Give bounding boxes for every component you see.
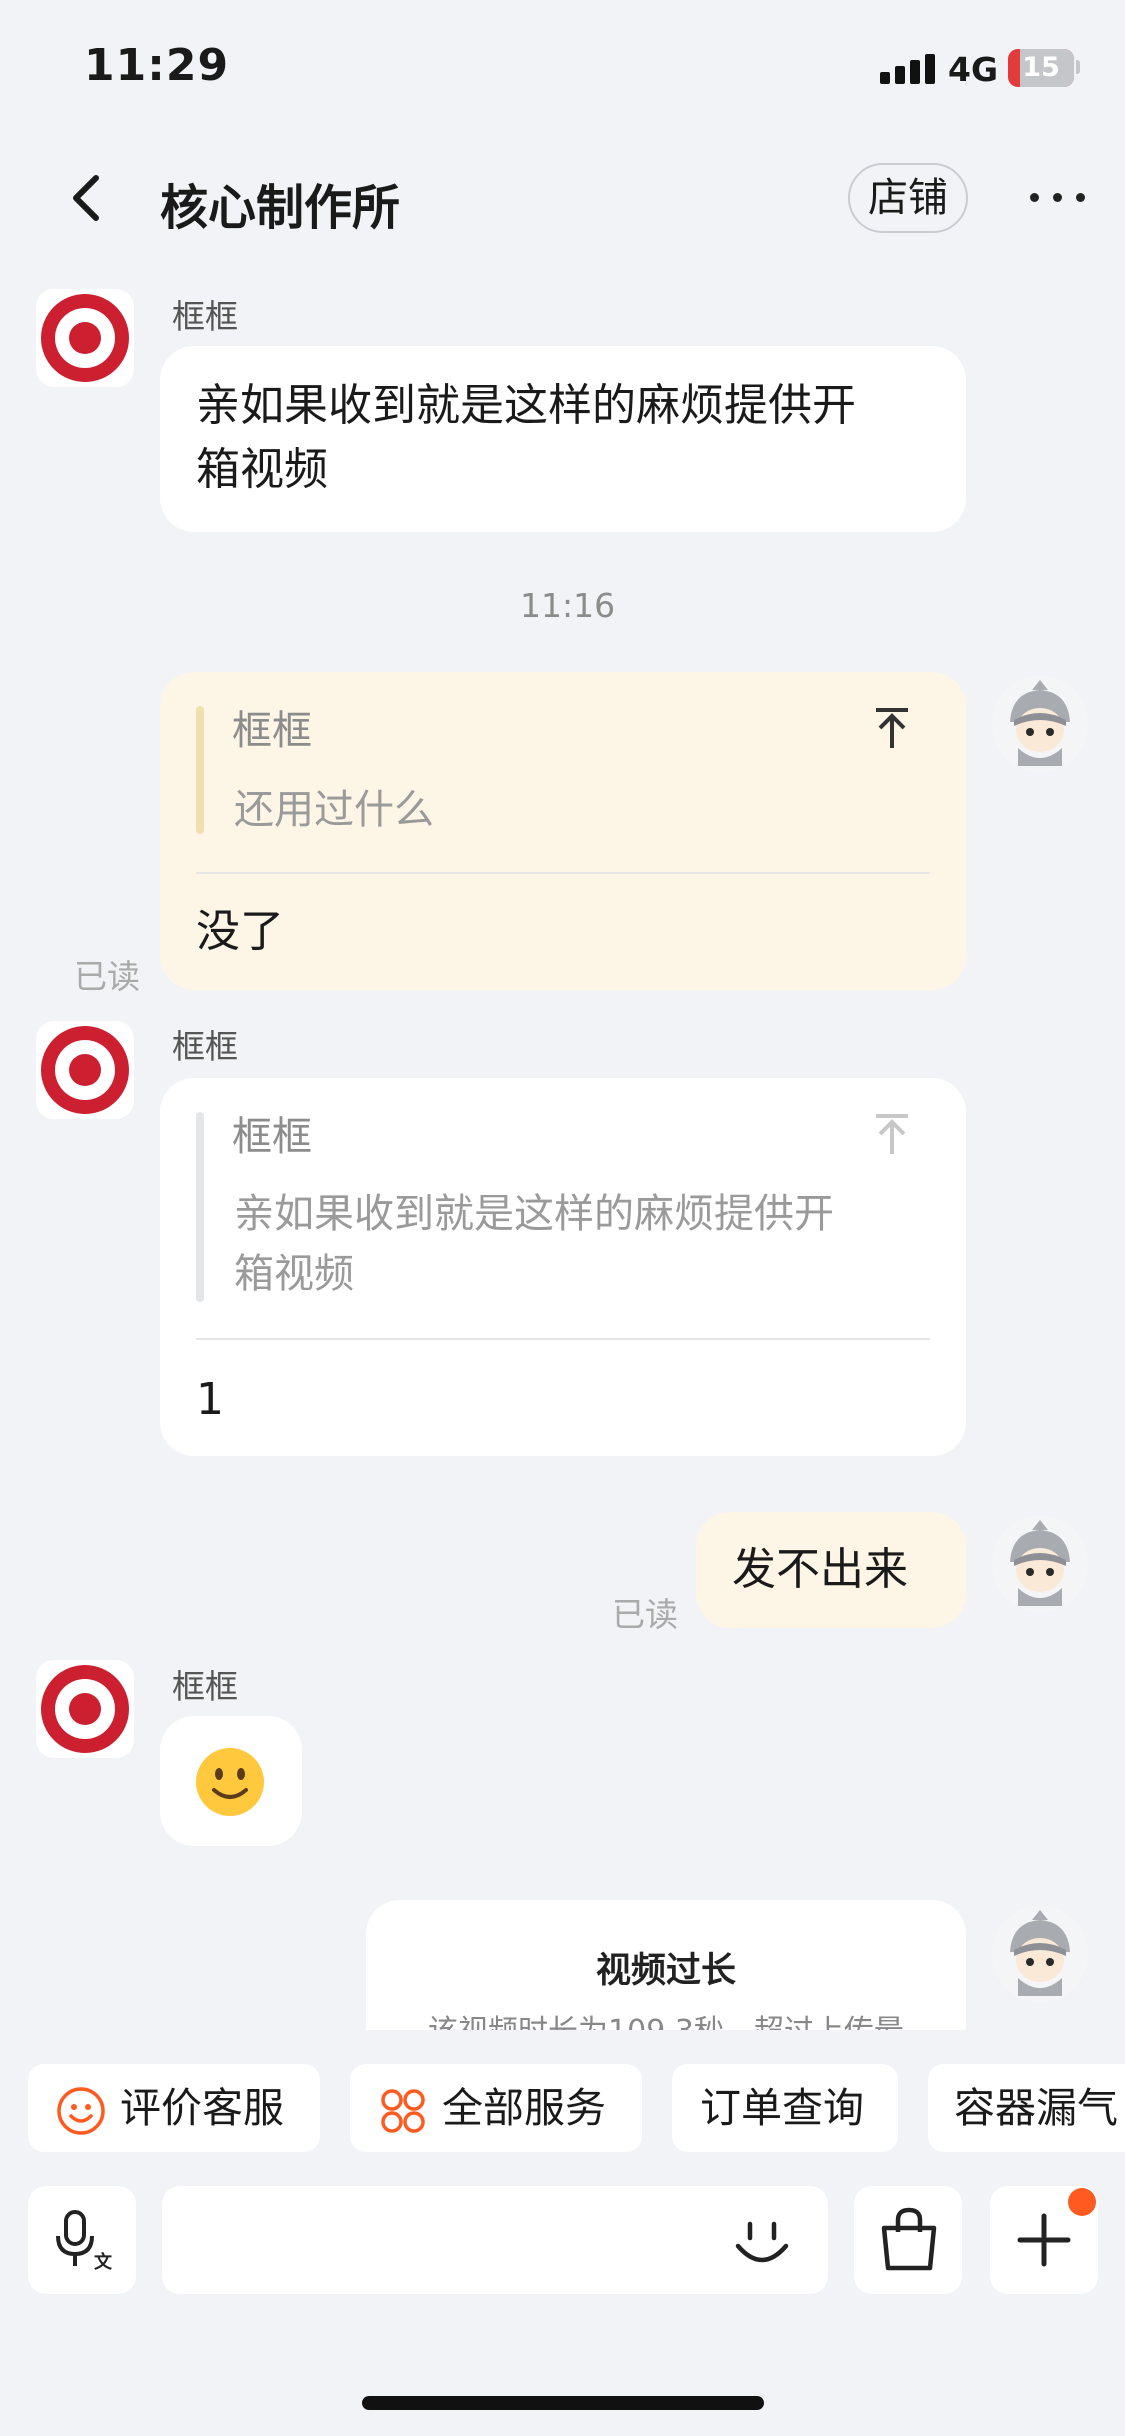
notification-dot bbox=[1068, 2188, 1096, 2216]
order-query-chip[interactable]: 订单查询 bbox=[672, 2064, 898, 2152]
quote-sender: 框框 bbox=[232, 708, 312, 754]
chip-label: 全部服务 bbox=[442, 2084, 606, 2132]
shop-avatar[interactable] bbox=[36, 1660, 134, 1758]
quote-bar bbox=[196, 1112, 204, 1302]
read-status: 已读 bbox=[74, 957, 140, 996]
voice-input-button[interactable]: 文 bbox=[28, 2186, 136, 2294]
all-services-chip[interactable]: 全部服务 bbox=[350, 2064, 642, 2152]
jump-to-top-icon[interactable] bbox=[872, 706, 912, 750]
message-text-line: 亲如果收到就是这样的麻烦提供开 bbox=[196, 380, 856, 431]
shop-avatar[interactable] bbox=[36, 1021, 134, 1119]
grid-circles-icon bbox=[381, 2089, 425, 2133]
rate-service-chip[interactable]: 评价客服 bbox=[28, 2064, 320, 2152]
shopping-bag-icon bbox=[881, 2207, 937, 2271]
shop-avatar[interactable] bbox=[36, 289, 134, 387]
more-options-button[interactable] bbox=[1030, 185, 1086, 209]
user-avatar[interactable] bbox=[992, 1516, 1088, 1612]
status-time: 11:29 bbox=[84, 40, 230, 91]
battery-level: 15 bbox=[1022, 52, 1060, 83]
jump-to-top-icon[interactable] bbox=[872, 1112, 912, 1156]
message-text: 没了 bbox=[196, 906, 284, 957]
quote-text-line: 箱视频 bbox=[234, 1251, 354, 1297]
timestamp: 11:16 bbox=[520, 586, 616, 625]
avatar-character-icon bbox=[1010, 1910, 1070, 1996]
quote-text-line: 亲如果收到就是这样的麻烦提供开 bbox=[234, 1191, 834, 1237]
target-logo-icon bbox=[41, 1026, 129, 1114]
quote-text: 还用过什么 bbox=[234, 787, 434, 833]
page-title: 核心制作所 bbox=[160, 180, 401, 236]
card-text: 该视频时长为109.3秒，超过上传最 bbox=[366, 2006, 966, 2030]
back-button[interactable] bbox=[62, 168, 112, 228]
divider bbox=[196, 1338, 930, 1340]
message-input[interactable] bbox=[162, 2186, 828, 2294]
chip-label: 评价客服 bbox=[120, 2084, 284, 2132]
svg-text:文: 文 bbox=[94, 2251, 112, 2273]
divider bbox=[196, 872, 930, 874]
target-logo-icon bbox=[41, 294, 129, 382]
plus-icon bbox=[1017, 2213, 1071, 2267]
read-status: 已读 bbox=[612, 1595, 678, 1634]
sender-name: 框框 bbox=[172, 297, 238, 336]
store-button[interactable]: 店铺 bbox=[848, 163, 968, 233]
microphone-translate-icon: 文 bbox=[56, 2210, 112, 2273]
chip-label: 容器漏气 bbox=[954, 2084, 1118, 2132]
message-bubble[interactable]: 框框 亲如果收到就是这样的麻烦提供开 箱视频 1 bbox=[160, 1078, 966, 1456]
battery-icon: 15 bbox=[1008, 49, 1074, 87]
quote-bar bbox=[196, 706, 204, 834]
user-avatar[interactable] bbox=[992, 1906, 1088, 2002]
sender-name: 框框 bbox=[172, 1667, 238, 1706]
chevron-left-icon bbox=[73, 175, 99, 221]
target-logo-icon bbox=[41, 1665, 129, 1753]
message-bubble[interactable]: 亲如果收到就是这样的麻烦提供开 箱视频 bbox=[160, 346, 966, 532]
card-title: 视频过长 bbox=[595, 1951, 736, 1991]
user-avatar[interactable] bbox=[992, 676, 1088, 772]
avatar-character-icon bbox=[1010, 1520, 1070, 1606]
message-bubble[interactable]: 发不出来 bbox=[696, 1512, 966, 1628]
message-bubble[interactable]: 框框 还用过什么 没了 bbox=[160, 672, 966, 990]
battery-tip bbox=[1076, 60, 1080, 74]
message-bubble[interactable] bbox=[160, 1716, 302, 1846]
products-button[interactable] bbox=[854, 2186, 962, 2294]
home-indicator[interactable] bbox=[362, 2396, 764, 2410]
message-text: 发不出来 bbox=[732, 1544, 908, 1595]
container-leak-chip[interactable]: 容器漏气 bbox=[928, 2064, 1125, 2152]
sender-name: 框框 bbox=[172, 1027, 238, 1066]
emoji-button-icon[interactable] bbox=[730, 2210, 794, 2274]
message-text: 1 bbox=[196, 1374, 224, 1425]
network-label: 4G bbox=[948, 50, 999, 89]
smile-icon bbox=[57, 2087, 105, 2135]
slight-smile-emoji-icon bbox=[196, 1748, 264, 1816]
message-text-line: 箱视频 bbox=[196, 444, 328, 495]
signal-icon bbox=[880, 54, 936, 84]
chip-label: 订单查询 bbox=[700, 2084, 864, 2132]
avatar-character-icon bbox=[1010, 680, 1070, 766]
video-too-long-card[interactable]: 视频过长 该视频时长为109.3秒，超过上传最 bbox=[366, 1900, 966, 2030]
quote-sender: 框框 bbox=[232, 1114, 312, 1160]
